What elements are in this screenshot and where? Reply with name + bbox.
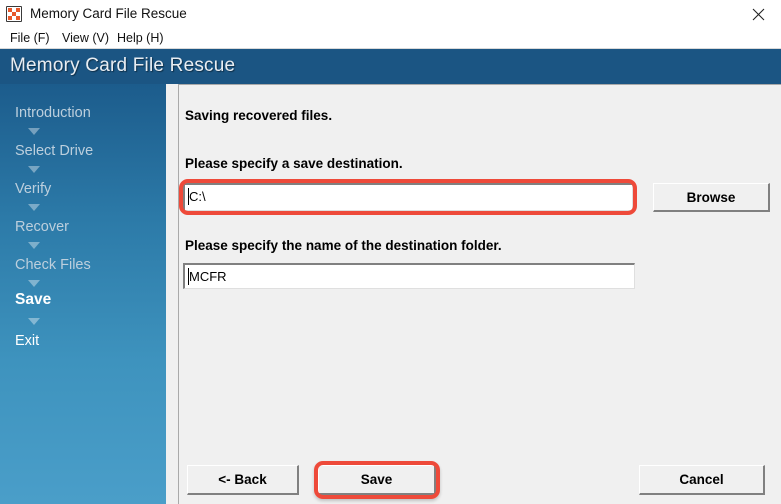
menu-item-help[interactable]: Help (H): [113, 30, 168, 47]
sidebar-arrow-icon: [28, 128, 40, 135]
sidebar-arrow-icon: [28, 166, 40, 173]
sidebar-arrow-icon: [28, 242, 40, 249]
sidebar-step-verify[interactable]: Verify: [15, 180, 51, 198]
sidebar-step-recover[interactable]: Recover: [15, 218, 69, 236]
body-area: Introduction Select Drive Verify Recover…: [0, 84, 781, 504]
title-bar: Memory Card File Rescue: [0, 0, 781, 28]
folder-label: Please specify the name of the destinati…: [185, 238, 502, 253]
menu-bar: File (F) View (V) Help (H): [0, 28, 781, 49]
save-button[interactable]: Save: [318, 465, 436, 495]
close-icon[interactable]: [735, 0, 781, 28]
wizard-sidebar: Introduction Select Drive Verify Recover…: [0, 84, 166, 504]
app-banner: Memory Card File Rescue: [0, 49, 781, 84]
sidebar-arrow-icon: [28, 318, 40, 325]
back-button[interactable]: <- Back: [187, 465, 299, 495]
browse-button[interactable]: Browse: [653, 183, 770, 212]
menu-item-view[interactable]: View (V): [58, 30, 113, 47]
destination-label: Please specify a save destination.: [185, 156, 403, 171]
sidebar-step-select-drive[interactable]: Select Drive: [15, 142, 93, 160]
sidebar-arrow-icon: [28, 280, 40, 287]
folder-name-input-value: MCFR: [189, 269, 227, 284]
sidebar-arrow-icon: [28, 204, 40, 211]
sidebar-step-exit[interactable]: Exit: [15, 332, 39, 350]
sidebar-step-check-files[interactable]: Check Files: [15, 256, 91, 274]
destination-input-value: C:\: [189, 189, 206, 204]
menu-item-file[interactable]: File (F): [6, 30, 54, 47]
content-panel: Saving recovered files. Please specify a…: [178, 84, 781, 504]
application-window: Memory Card File Rescue File (F) View (V…: [0, 0, 781, 504]
destination-input[interactable]: C:\: [183, 183, 633, 211]
cancel-button[interactable]: Cancel: [639, 465, 765, 495]
window-title: Memory Card File Rescue: [30, 6, 187, 21]
memory-card-icon: [6, 6, 22, 22]
banner-title: Memory Card File Rescue: [10, 55, 236, 76]
sidebar-step-save[interactable]: Save: [15, 291, 51, 309]
sidebar-step-introduction[interactable]: Introduction: [15, 104, 91, 122]
status-text: Saving recovered files.: [185, 108, 333, 123]
folder-name-input[interactable]: MCFR: [183, 263, 635, 289]
